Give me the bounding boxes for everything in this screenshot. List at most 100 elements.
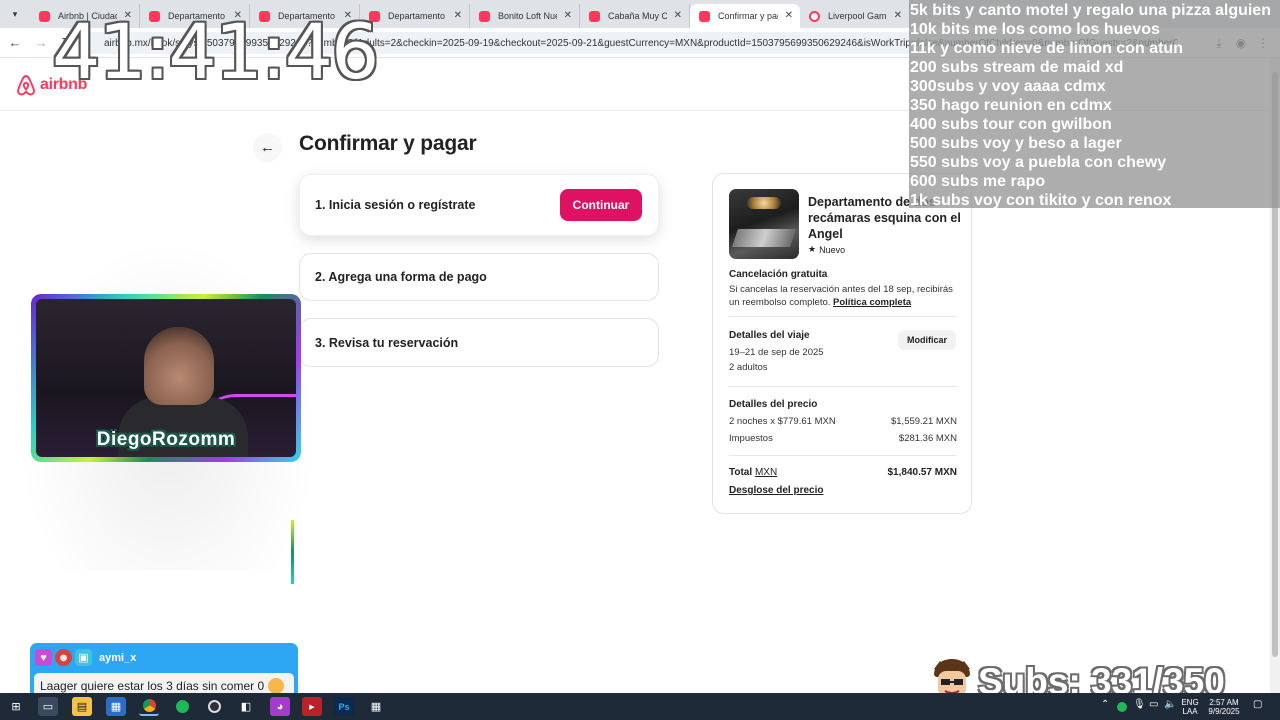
tab-title: Liverpool Gaming <box>828 11 887 21</box>
nights-value: $1,559.21 MXN <box>890 416 957 427</box>
trip-guests: 2 adultos <box>729 362 768 373</box>
windows-taskbar: ⊞ ▭ ▤ ▦ ◧ ◕ ▶ Ps ▦ ⌃ 🎙 ▭ 🔈 ENG LAA 2:57 … <box>0 693 1280 720</box>
tray-chevron-icon[interactable]: ⌃ <box>1101 699 1109 710</box>
total-row: Total MXN $1,840.57 MXN <box>729 467 957 478</box>
chat-username: aymi_x <box>99 651 137 664</box>
goal-item: 1k subs voy con tikito y con renox <box>910 192 1172 208</box>
tab-search-icon[interactable]: ▾ <box>4 3 26 25</box>
gift-badge-icon: ▣ <box>75 649 92 666</box>
taxes-label: Impuestos <box>729 433 773 444</box>
webcam-frame: DiegoRozomm <box>31 294 301 462</box>
step-label: 1. Inicia sesión o regístrate <box>315 198 476 212</box>
divider <box>729 386 957 387</box>
obs-icon[interactable] <box>204 697 224 716</box>
spotify-logo-shape <box>175 700 189 713</box>
taxes-row: Impuestos $281.36 MXN <box>729 433 957 444</box>
region-code: LAA <box>1182 707 1198 716</box>
price-breakdown-link[interactable]: Desglose del precio <box>729 485 823 498</box>
goal-item: 500 subs voy y beso a lager <box>910 135 1122 152</box>
language-indicator[interactable]: ENG LAA <box>1180 698 1200 716</box>
airbnb-logo-icon <box>17 75 35 96</box>
step-payment[interactable]: 2. Agrega una forma de pago <box>299 253 659 301</box>
goal-item: 600 subs me rapo <box>910 173 1046 190</box>
step-review[interactable]: 3. Revisa tu reservación <box>299 318 659 367</box>
tab-bonito-loft[interactable]: Bonito Loft Nuev ✕ <box>470 4 580 28</box>
streamer-name: DiegoRozomm <box>96 429 236 450</box>
nights-label: 2 noches x $779.61 MXN <box>729 416 836 427</box>
goal-item: 400 subs tour con gwilbon <box>910 116 1112 133</box>
close-icon[interactable]: ✕ <box>674 10 682 21</box>
store-icon[interactable]: ▦ <box>106 697 126 716</box>
back-arrow-icon[interactable]: ← <box>2 30 28 56</box>
step-label: 2. Agrega una forma de pago <box>315 270 487 284</box>
tab-confirmar-y-pagar[interactable]: Confirmar y pagar ✕ <box>690 4 800 28</box>
trip-details-title: Detalles del viaje <box>729 330 810 341</box>
network-icon[interactable]: ▭ <box>1149 699 1158 710</box>
file-explorer-icon[interactable]: ▤ <box>72 697 92 716</box>
page-title: Confirmar y pagar <box>299 132 477 155</box>
tab-title: Confirmar y pagar <box>718 11 778 21</box>
total-label: Total <box>729 467 753 478</box>
chrome-icon[interactable] <box>139 697 159 716</box>
goal-item: 10k bits me los como los huevos <box>910 21 1160 38</box>
airbnb-favicon-icon <box>479 11 490 22</box>
goal-item: 300subs y voy aaaa cdmx <box>910 78 1106 95</box>
heart-badge-icon: ♥ <box>35 649 52 666</box>
cancellation-title: Cancelación gratuita <box>729 269 828 280</box>
spotify-icon[interactable] <box>172 697 192 716</box>
chat-message-text: Laager quiere estar los 3 días sin comer… <box>40 678 265 693</box>
property-photo[interactable] <box>729 189 799 259</box>
close-icon[interactable]: ✕ <box>564 10 572 21</box>
tab-title: Cabaña Muy Com <box>608 11 667 21</box>
table-shape <box>732 229 796 247</box>
tab-title: Departamento de <box>388 11 447 21</box>
goal-item: 350 hago reunion en cdmx <box>910 97 1112 114</box>
new-badge: Nuevo <box>819 244 846 255</box>
modify-button[interactable]: Modificar <box>898 330 956 350</box>
divider <box>729 455 957 456</box>
tab-title: Bonito Loft Nuev <box>498 11 557 21</box>
microphone-icon[interactable]: 🎙 <box>1133 699 1146 710</box>
total-value: $1,840.57 MXN <box>887 467 958 478</box>
notifications-icon[interactable]: ▢ <box>1253 699 1262 710</box>
chrome-logo-shape <box>142 699 156 712</box>
forward-arrow-icon[interactable]: → <box>28 30 54 56</box>
clock[interactable]: 2:57 AM 9/9/2025 <box>1204 698 1244 716</box>
task-view-icon[interactable]: ▭ <box>38 697 58 716</box>
app-icon[interactable]: ◧ <box>236 697 256 716</box>
discord-icon[interactable]: ◕ <box>270 697 290 716</box>
cancellation-text: Si cancelas la reservación antes del 18 … <box>729 284 957 309</box>
price-details-title: Detalles del precio <box>729 399 818 410</box>
trip-dates: 19–21 de sep de 2025 <box>729 347 824 358</box>
property-rating: ★ Nuevo <box>808 244 845 255</box>
clock-date: 9/9/2025 <box>1208 707 1240 716</box>
liverpool-favicon-icon <box>809 11 820 22</box>
reservation-summary-card: Departamento de dos recámaras esquina co… <box>712 173 972 514</box>
calculator-icon[interactable]: ▦ <box>366 697 386 716</box>
step-label: 3. Revisa tu reservación <box>315 335 459 350</box>
currency-link[interactable]: MXN <box>755 467 777 478</box>
stream-timer: 41:41:46 <box>52 7 379 96</box>
tab-liverpool[interactable]: Liverpool Gaming ✕ <box>800 4 910 28</box>
close-icon[interactable]: ✕ <box>454 10 462 21</box>
devil-badge-icon: ☻ <box>55 649 72 666</box>
photoshop-icon[interactable]: Ps <box>334 697 354 716</box>
obs-logo-shape <box>207 700 221 713</box>
crying-emoji-icon <box>268 677 285 694</box>
screen: ▾ Airbnb | Ciudad de ✕ Departamento cé ✕… <box>0 0 1280 720</box>
divider <box>729 316 957 317</box>
close-icon[interactable]: ✕ <box>894 10 902 21</box>
clock-time: 2:57 AM <box>1209 698 1239 707</box>
subgoals-panel: 5k bits y canto motel y regalo una pizza… <box>909 0 1280 208</box>
step-login: 1. Inicia sesión o regístrate Continuar <box>299 174 659 236</box>
tray-spotify-icon[interactable] <box>1117 702 1127 712</box>
continue-button[interactable]: Continuar <box>560 189 642 221</box>
close-icon[interactable]: ✕ <box>785 10 793 21</box>
language-code: ENG <box>1181 698 1199 707</box>
back-button[interactable]: ← <box>253 133 282 162</box>
volume-icon[interactable]: 🔈 <box>1164 699 1176 710</box>
policy-link[interactable]: Política completa <box>833 297 911 308</box>
tab-cabana[interactable]: Cabaña Muy Com ✕ <box>580 4 690 28</box>
windows-start-icon[interactable]: ⊞ <box>6 697 26 716</box>
video-app-icon[interactable]: ▶ <box>302 697 322 716</box>
